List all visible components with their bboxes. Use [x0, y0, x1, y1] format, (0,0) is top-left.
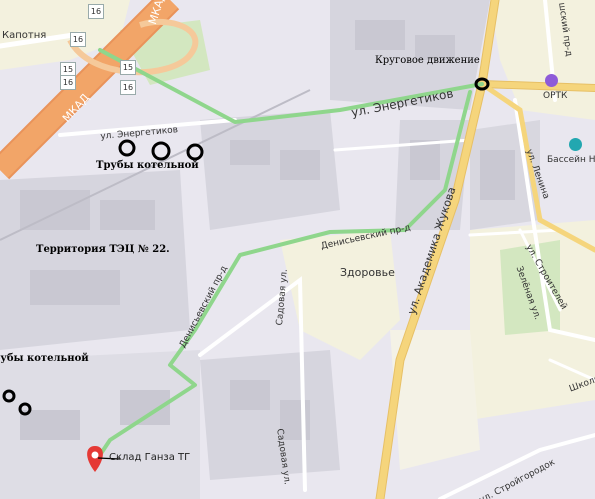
annotation-pipes: Трубы котельной [96, 160, 199, 171]
route-badge: 16 [120, 80, 136, 95]
street-label-kapotnya: Капотня [2, 30, 47, 41]
annotation-roundabout: Круговое движение [375, 55, 480, 66]
place-label-bassein: Бассейн Не [547, 155, 595, 165]
swimming-pool-icon[interactable] [569, 138, 582, 151]
annotation-tec: Территория ТЭЦ № 22. [36, 244, 170, 255]
route-badge: 16 [60, 75, 76, 90]
marker-label[interactable]: Склад Ганза ТГ [109, 452, 190, 463]
industrial-area-sadovaya [200, 350, 340, 480]
annotation-pipes: Трубы котельной [0, 353, 89, 364]
place-label-ortk: ОРТК [543, 91, 568, 101]
fuel-station-icon[interactable] [545, 74, 558, 87]
place-label-zdorovie: Здоровье [340, 266, 395, 279]
map-view[interactable]: 16 16 15 15 16 16 Капотня МКАД МКАД ул. … [0, 0, 595, 499]
route-badge: 15 [120, 60, 136, 75]
route-badge: 16 [70, 32, 86, 47]
route-badge: 16 [88, 4, 104, 19]
